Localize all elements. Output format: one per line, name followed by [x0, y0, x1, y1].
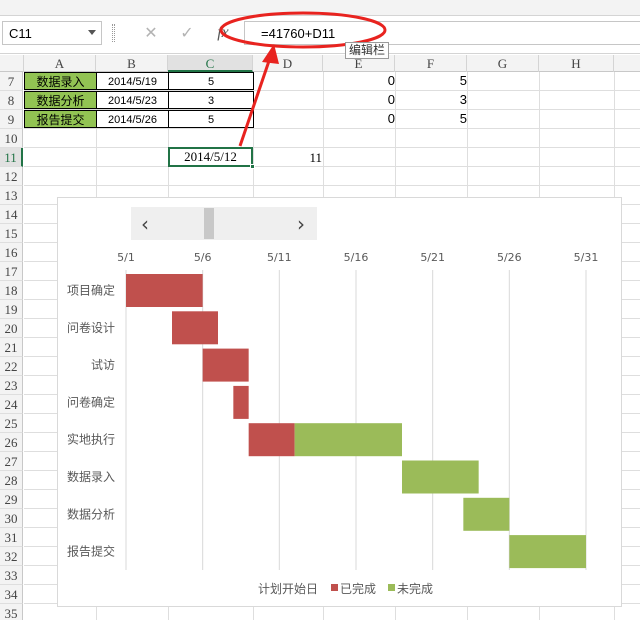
legend-label: 已完成: [340, 581, 376, 596]
category-label: 项目确定: [67, 283, 115, 298]
x-tick-label: 5/16: [344, 251, 369, 264]
legend-label: 计划开始日: [258, 582, 318, 596]
bar-completed: [172, 311, 218, 345]
legend-label: 未完成: [397, 581, 433, 596]
legend-swatch: [388, 584, 395, 591]
legend-swatch: [331, 584, 338, 591]
x-tick-label: 5/1: [117, 251, 135, 264]
bar-remaining: [294, 423, 402, 457]
category-label: 数据分析: [67, 506, 115, 521]
x-tick-label: 5/26: [497, 251, 522, 264]
x-tick-label: 5/31: [574, 251, 599, 264]
category-label: 试访: [91, 357, 115, 372]
gantt-plot: 5/1 5/6 5/11 5/16 5/21 5/26 5/31 项目确定问卷设计试访问卷确定…: [67, 251, 599, 596]
bar-completed: [233, 385, 249, 419]
bar-completed: [248, 423, 295, 457]
category-label: 数据录入: [67, 469, 115, 484]
bar-completed: [202, 348, 249, 382]
category-label: 实地执行: [67, 432, 115, 447]
bar-remaining: [402, 460, 479, 494]
x-tick-label: 5/11: [267, 251, 292, 264]
category-label: 问卷设计: [67, 320, 115, 335]
category-label: 问卷确定: [67, 394, 115, 409]
category-label: 报告提交: [67, 544, 115, 559]
bar-completed: [126, 274, 203, 307]
formula-bar-tooltip: 编辑栏: [345, 42, 390, 59]
x-tick-label: 5/21: [420, 251, 445, 264]
x-tick-label: 5/6: [194, 251, 212, 264]
bar-remaining: [463, 497, 510, 531]
bar-remaining: [509, 535, 586, 569]
